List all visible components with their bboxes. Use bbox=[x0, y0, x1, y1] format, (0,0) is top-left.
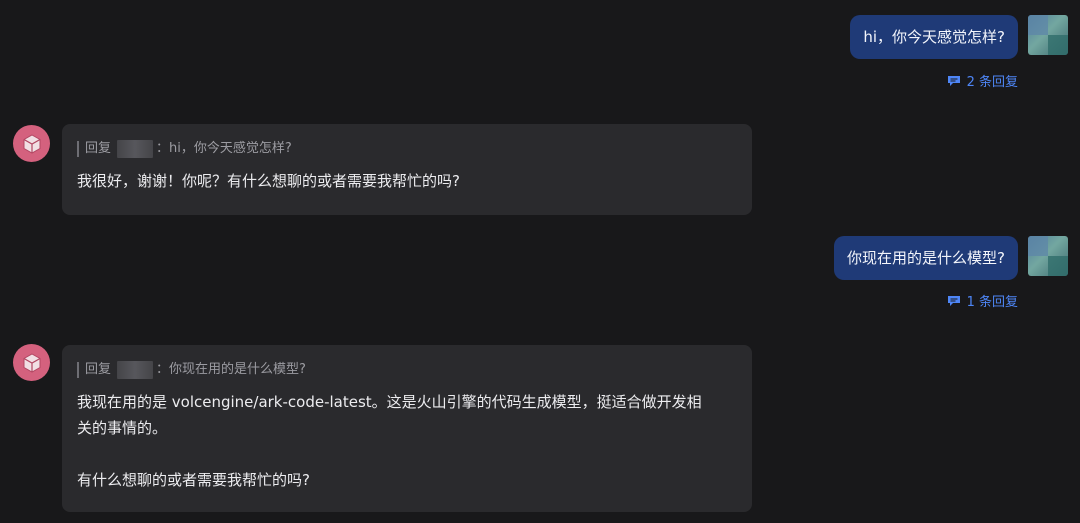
reply-count-link[interactable]: 2 条回复 bbox=[947, 71, 1018, 90]
user-avatar[interactable] bbox=[1028, 236, 1068, 276]
reply-count-label: 1 条回复 bbox=[966, 295, 1018, 310]
user-avatar[interactable] bbox=[1028, 15, 1068, 55]
reply-quote: 回复 ：hi，你今天感觉怎样? bbox=[77, 140, 737, 158]
bot-message-text: 我现在用的是 volcengine/ark-code-latest。这是火山引擎… bbox=[77, 389, 737, 493]
reply-count-label: 2 条回复 bbox=[966, 75, 1018, 90]
chat-thread: hi，你今天感觉怎样? 2 条回复 回复 ：hi，你今天感觉怎样? 我很好，谢谢… bbox=[0, 0, 1080, 523]
quote-text: ：hi，你今天感觉怎样? bbox=[156, 141, 292, 156]
bot-message-line: 我很好，谢谢！你呢？有什么想聊的或者需要我帮忙的吗? bbox=[77, 172, 460, 190]
bot-message-card: 回复 ：hi，你今天感觉怎样? 我很好，谢谢！你呢？有什么想聊的或者需要我帮忙的… bbox=[62, 124, 752, 215]
cube-icon bbox=[23, 352, 40, 373]
bot-avatar[interactable] bbox=[13, 125, 50, 162]
comment-icon bbox=[947, 75, 960, 86]
user-message-bubble[interactable]: hi，你今天感觉怎样? bbox=[850, 15, 1018, 59]
bot-message-line: 关的事情的。 bbox=[77, 419, 168, 437]
bot-avatar[interactable] bbox=[13, 344, 50, 381]
quote-bar bbox=[77, 362, 79, 378]
redacted-username bbox=[117, 361, 154, 379]
user-message: hi，你今天感觉怎样? bbox=[850, 15, 1068, 59]
cube-icon bbox=[23, 133, 40, 154]
quote-prefix: 回复 bbox=[85, 362, 112, 377]
reply-count-link[interactable]: 1 条回复 bbox=[947, 291, 1018, 310]
bot-message-card: 回复 ：你现在用的是什么模型? 我现在用的是 volcengine/ark-co… bbox=[62, 345, 752, 512]
quote-bar bbox=[77, 141, 79, 157]
redacted-username bbox=[117, 140, 154, 158]
bot-message-line: 我现在用的是 volcengine/ark-code-latest。这是火山引擎… bbox=[77, 393, 702, 411]
quote-prefix: 回复 bbox=[85, 141, 112, 156]
user-message: 你现在用的是什么模型? bbox=[834, 236, 1068, 280]
reply-quote: 回复 ：你现在用的是什么模型? bbox=[77, 361, 737, 379]
bot-message-text: 我很好，谢谢！你呢？有什么想聊的或者需要我帮忙的吗? bbox=[77, 168, 737, 194]
user-message-bubble[interactable]: 你现在用的是什么模型? bbox=[834, 236, 1018, 280]
comment-icon bbox=[947, 295, 960, 306]
bot-message-line: 有什么想聊的或者需要我帮忙的吗? bbox=[77, 471, 310, 489]
quote-text: ：你现在用的是什么模型? bbox=[156, 362, 306, 377]
